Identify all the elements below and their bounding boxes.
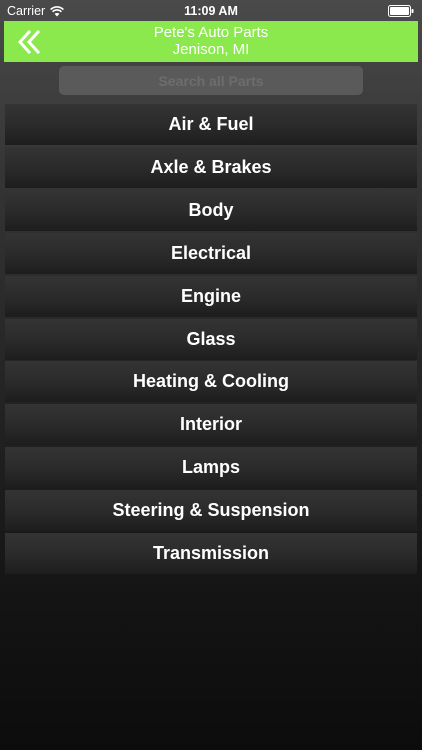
store-location: Jenison, MI <box>172 41 250 58</box>
category-item[interactable]: Engine <box>5 275 417 317</box>
category-list: Air & Fuel Axle & Brakes Body Electrical Eng… <box>5 104 417 576</box>
category-item[interactable]: Axle & Brakes <box>5 146 417 188</box>
store-name: Pete's Auto Parts <box>153 24 269 41</box>
search-input[interactable] <box>59 66 363 95</box>
status-time: 11:09 AM <box>184 4 238 18</box>
battery-icon <box>388 5 414 17</box>
category-item[interactable]: Heating & Cooling <box>5 361 417 403</box>
category-item[interactable]: Transmission <box>5 533 417 574</box>
category-item[interactable]: Electrical <box>5 232 417 274</box>
category-item[interactable]: Steering & Suspension <box>5 490 417 532</box>
status-bar: Carrier 11:09 AM <box>0 0 422 22</box>
app-header: Pete's Auto Parts Jenison, MI <box>4 21 418 62</box>
category-item[interactable]: Body <box>5 189 417 231</box>
category-item[interactable]: Lamps <box>5 447 417 489</box>
search-bar <box>59 66 363 95</box>
category-item[interactable]: Glass <box>5 318 417 360</box>
category-item[interactable]: Air & Fuel <box>5 104 417 145</box>
category-item[interactable]: Interior <box>5 404 417 446</box>
